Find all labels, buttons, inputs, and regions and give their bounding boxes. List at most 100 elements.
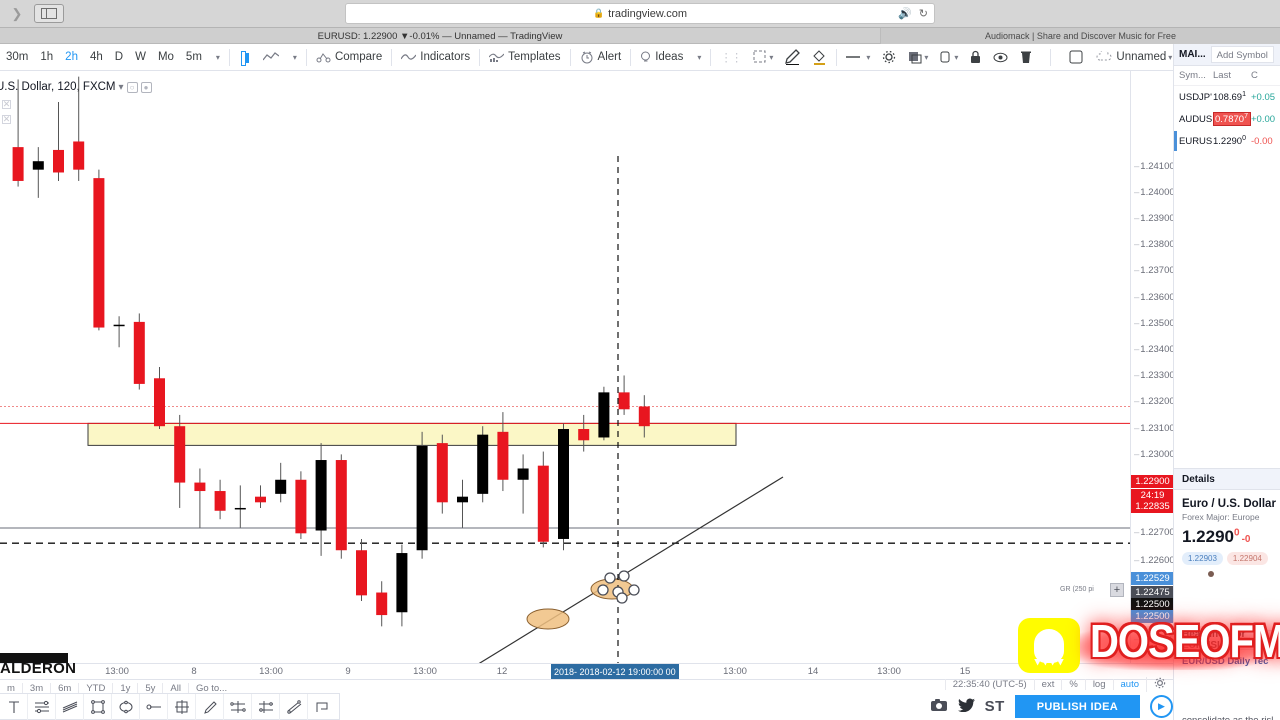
layers-icon[interactable]: ▾ [902, 44, 934, 71]
copy-icon[interactable]: ▾ [934, 44, 964, 71]
details-header[interactable]: Details [1174, 468, 1280, 490]
tradingview-app: ❯ 🔒 tradingview.com 🔊 ↻ EURUSD: 1.22900 … [0, 0, 1280, 720]
candlestick-icon[interactable] [233, 44, 257, 71]
price-tick: 1.23700 [1134, 265, 1174, 276]
interval-w[interactable]: W [129, 44, 152, 71]
text-tool-icon[interactable] [0, 693, 28, 720]
ideas-label: Ideas [655, 51, 684, 63]
interval-30m[interactable]: 30m [0, 44, 34, 71]
alert-button[interactable]: Alert [574, 44, 628, 71]
drag-handle-icon[interactable]: ⋮⋮ [714, 44, 747, 71]
templates-label: Templates [508, 51, 561, 63]
interval-1h[interactable]: 1h [34, 44, 59, 71]
alarm-clock-icon [580, 51, 594, 64]
chart-toolbar: 30m 1h 2h 4h D W Mo 5m ▾ ▾ Compare Indic… [0, 44, 1280, 71]
ideas-chevron-down-icon[interactable]: ▾ [689, 44, 707, 71]
interval-4h[interactable]: 4h [84, 44, 109, 71]
chart-type-chevron-down-icon[interactable]: ▾ [285, 44, 303, 71]
eye-icon[interactable] [987, 44, 1014, 71]
price-tick: 1.22600 [1134, 555, 1174, 566]
chart-canvas[interactable]: U.S. Dollar, 120, FXCM ▾ ○ ● ✕ ✕ GR (250… [0, 71, 1173, 663]
ellipse-icon[interactable] [112, 693, 140, 720]
row-symbol: EURUS [1179, 135, 1213, 147]
tab-title-secondary[interactable]: Audiomack | Share and Discover Music for… [880, 28, 1280, 44]
row-last: 108.691 [1213, 90, 1246, 104]
indicators-button[interactable]: Indicators [395, 44, 476, 71]
watchlist-title[interactable]: MAI... [1179, 49, 1206, 60]
bid-price-badge: 1.22835 [1131, 500, 1174, 513]
time-tick: 13:00 [723, 666, 747, 677]
last-price-badge: 1.22900 [1131, 475, 1174, 488]
publish-idea-button[interactable]: PUBLISH IDEA [1014, 695, 1140, 718]
gear-icon[interactable] [1146, 677, 1173, 692]
selection-price-badge-1: 1.22529 [1131, 572, 1174, 585]
parallel-channel-icon[interactable] [280, 693, 308, 720]
pencil-icon[interactable] [779, 44, 806, 71]
ray-icon[interactable] [140, 693, 168, 720]
price-tick: 1.23200 [1134, 396, 1174, 407]
interval-mo[interactable]: Mo [152, 44, 180, 71]
interval-more-chevron-down-icon[interactable]: ▾ [208, 44, 226, 71]
price-tick: 1.24000 [1134, 187, 1174, 198]
sidebar-toggle-icon[interactable] [34, 4, 64, 23]
lock-icon[interactable] [964, 44, 987, 71]
ext-toggle[interactable]: ext [1033, 679, 1062, 690]
interval-5m[interactable]: 5m [180, 44, 208, 71]
stocktwits-button[interactable]: ST [985, 698, 1005, 715]
time-tick: 13:00 [259, 666, 283, 677]
reload-icon[interactable]: ↻ [919, 7, 928, 20]
news-body: consolidate as the risl trade seemed to … [1182, 712, 1280, 720]
news-line: consolidate as the risl [1182, 712, 1280, 720]
line-style-icon[interactable]: ▾ [840, 44, 876, 71]
trash-icon[interactable] [1014, 44, 1038, 71]
crosshair-icon[interactable]: ▾ [747, 44, 779, 71]
watchlist-row[interactable]: AUDUS 0.78707 +0.00 [1174, 108, 1280, 130]
interval-2h[interactable]: 2h [59, 44, 84, 71]
forward-icon[interactable]: ❯ [4, 4, 30, 24]
lock-icon: 🔒 [592, 8, 605, 18]
paint-bucket-icon[interactable] [806, 44, 833, 71]
twitter-icon[interactable] [957, 698, 975, 715]
watchlist-row[interactable]: USDJP' 108.691 +0.05 [1174, 86, 1280, 108]
ideas-button[interactable]: Ideas [634, 44, 689, 71]
square-icon[interactable] [1063, 44, 1090, 71]
address-bar[interactable]: 🔒 tradingview.com 🔊 ↻ [345, 3, 935, 24]
line-chart-icon[interactable] [257, 44, 285, 71]
brand-watermark: DOSEOFMAC [1090, 616, 1280, 668]
row-change: -0.00 [1251, 135, 1273, 147]
row-last: 0.78707 [1213, 111, 1251, 127]
log-scale-toggle[interactable]: log [1084, 679, 1113, 690]
percent-scale-toggle[interactable]: % [1061, 679, 1084, 690]
row-change: +0.05 [1251, 91, 1276, 103]
play-icon[interactable]: ▶ [1150, 695, 1173, 718]
clock-label[interactable]: 22:35:40 (UTC-5) [944, 679, 1034, 690]
col-symbol: Sym... [1179, 70, 1206, 81]
flag-icon[interactable] [308, 694, 336, 720]
price-tick: 1.23900 [1134, 213, 1174, 224]
speaker-icon[interactable]: 🔊 [898, 7, 912, 20]
add-indicator-plus-icon[interactable]: + [1110, 583, 1124, 597]
price-axis[interactable]: 1.24100 1.24000 1.23900 1.23800 1.23700 … [1130, 71, 1175, 673]
save-layout-button[interactable]: Unnamed ▾ [1090, 44, 1178, 71]
tab-title[interactable]: EURUSD: 1.22900 ▼-0.01% — Unnamed — Trad… [0, 28, 880, 44]
gann-box-icon[interactable] [168, 693, 196, 720]
gann-fan-icon[interactable] [224, 693, 252, 720]
camera-icon[interactable] [930, 698, 948, 715]
price-plot[interactable] [0, 71, 1130, 663]
auto-scale-toggle[interactable]: auto [1112, 679, 1147, 690]
horizontal-lines-icon[interactable] [28, 693, 56, 720]
settings-gear-icon[interactable] [876, 44, 902, 71]
compare-button[interactable]: Compare [310, 44, 388, 71]
templates-button[interactable]: Templates [483, 44, 566, 71]
watchlist-row[interactable]: EURUS 1.22900 -0.00 [1174, 130, 1280, 152]
interval-d[interactable]: D [109, 44, 129, 71]
rectangle-icon[interactable] [84, 693, 112, 720]
brush-icon[interactable] [196, 693, 224, 720]
col-last: Last [1213, 70, 1231, 81]
gann-square-icon[interactable] [252, 693, 280, 720]
gann-fan-label: GR (250 pi [1060, 586, 1094, 593]
pitchfork-icon[interactable] [56, 693, 84, 720]
compare-label: Compare [334, 51, 383, 63]
crosshair-time-badge: 2018- 2018-02-12 19:00:00 00 [551, 664, 679, 680]
add-symbol-input[interactable]: Add Symbol [1210, 46, 1274, 63]
